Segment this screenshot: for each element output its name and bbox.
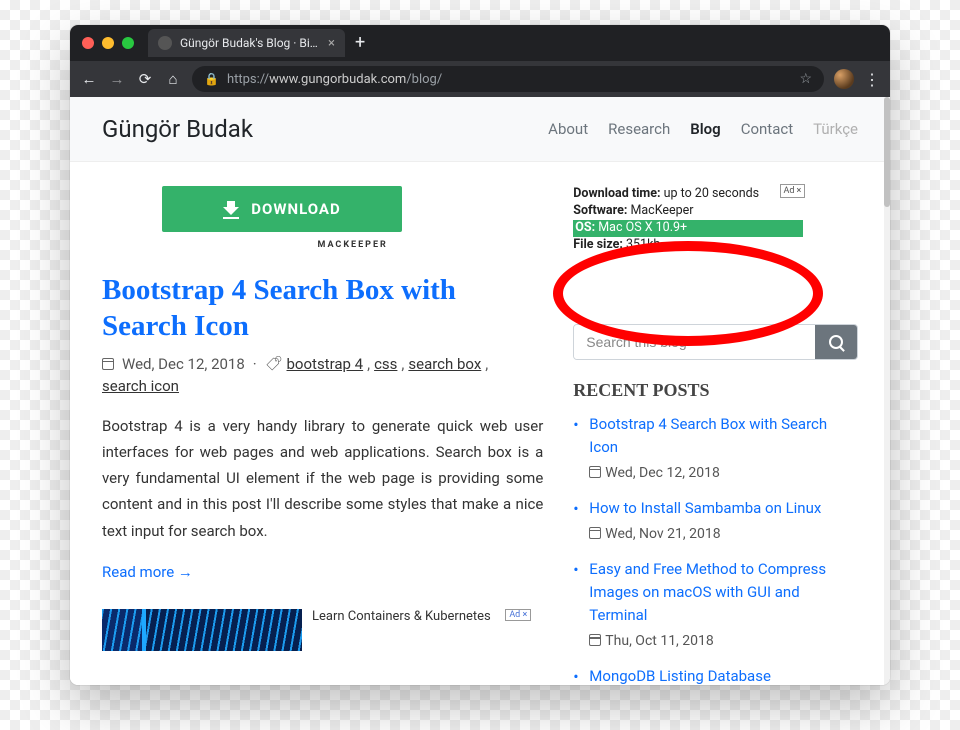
titlebar: Güngör Budak's Blog · Bioinfor × + xyxy=(70,25,890,61)
sidebar: Ad× Download time: up to 20 seconds Soft… xyxy=(573,186,858,685)
ad-info-box[interactable]: Ad× Download time: up to 20 seconds Soft… xyxy=(573,186,803,254)
recent-posts-heading: RECENT POSTS xyxy=(573,380,858,401)
search-icon xyxy=(829,335,843,349)
ad-brand-label: MACKEEPER xyxy=(162,240,543,250)
post-title: Bootstrap 4 Search Box with Search Icon xyxy=(102,272,543,345)
post-tag[interactable]: css xyxy=(374,355,397,373)
calendar-icon xyxy=(102,358,114,370)
lock-icon: 🔒 xyxy=(204,72,219,86)
ad2-image xyxy=(102,609,302,651)
ad-banner-2[interactable]: Learn Containers & Kubernetes Ad × xyxy=(102,609,543,664)
ad-download-label: DOWNLOAD xyxy=(251,200,340,218)
profile-avatar[interactable] xyxy=(834,69,854,89)
post-title-link[interactable]: Bootstrap 4 Search Box with Search Icon xyxy=(102,274,456,342)
ad2-tag[interactable]: Ad × xyxy=(505,609,531,621)
favicon-icon xyxy=(158,36,172,50)
url-bar[interactable]: 🔒 https://www.gungorbudak.com/blog/ ☆ xyxy=(192,66,824,92)
calendar-icon xyxy=(589,527,601,539)
browser-window: Güngör Budak's Blog · Bioinfor × + ← → ⟳… xyxy=(70,25,890,685)
ad-download-button[interactable]: DOWNLOAD xyxy=(162,186,402,232)
post-date: Wed, Dec 12, 2018 xyxy=(122,355,245,373)
reload-button[interactable]: ⟳ xyxy=(136,70,154,88)
recent-post-link[interactable]: Easy and Free Method to Compress Images … xyxy=(589,560,826,625)
browser-tab[interactable]: Güngör Budak's Blog · Bioinfor × xyxy=(148,29,345,57)
download-icon xyxy=(223,201,239,217)
recent-post-link[interactable]: MongoDB Listing Database xyxy=(589,667,771,685)
nav-about[interactable]: About xyxy=(548,120,588,138)
post-tag[interactable]: search icon xyxy=(102,377,179,395)
site-header: Güngör Budak About Research Blog Contact… xyxy=(70,97,890,162)
calendar-icon xyxy=(589,466,601,478)
tab-title: Güngör Budak's Blog · Bioinfor xyxy=(180,36,320,50)
list-item: Easy and Free Method to Compress Images … xyxy=(573,558,858,653)
ad-tag[interactable]: Ad× xyxy=(780,184,806,198)
search-box xyxy=(573,324,858,360)
home-button[interactable]: ⌂ xyxy=(164,70,182,88)
search-input[interactable] xyxy=(574,325,815,359)
scrollbar-track[interactable] xyxy=(884,97,890,685)
nav-research[interactable]: Research xyxy=(608,120,670,138)
search-button[interactable] xyxy=(815,325,857,359)
site-nav: About Research Blog Contact Türkçe xyxy=(548,120,858,138)
post-meta: Wed, Dec 12, 2018 · 🏷 bootstrap 4, css, … xyxy=(102,355,543,395)
close-window-icon[interactable] xyxy=(82,37,94,49)
recent-posts-list: Bootstrap 4 Search Box with Search Icon … xyxy=(573,413,858,686)
close-tab-icon[interactable]: × xyxy=(328,36,335,51)
recent-post-link[interactable]: How to Install Sambamba on Linux xyxy=(589,499,821,517)
window-controls xyxy=(82,37,134,49)
url-text: https://www.gungorbudak.com/blog/ xyxy=(227,72,442,87)
ad2-text: Learn Containers & Kubernetes xyxy=(312,609,491,624)
site-brand[interactable]: Güngör Budak xyxy=(102,115,253,143)
minimize-window-icon[interactable] xyxy=(102,37,114,49)
post-excerpt: Bootstrap 4 is a very handy library to g… xyxy=(102,413,543,544)
bookmark-icon[interactable]: ☆ xyxy=(799,71,812,87)
address-bar: ← → ⟳ ⌂ 🔒 https://www.gungorbudak.com/bl… xyxy=(70,61,890,97)
nav-contact[interactable]: Contact xyxy=(741,120,793,138)
calendar-icon xyxy=(589,634,601,646)
list-item: MongoDB Listing Database xyxy=(573,665,858,685)
menu-button[interactable]: ⋮ xyxy=(864,70,880,89)
nav-turkce[interactable]: Türkçe xyxy=(813,120,858,138)
recent-post-link[interactable]: Bootstrap 4 Search Box with Search Icon xyxy=(589,415,827,456)
page-content: Güngör Budak About Research Blog Contact… xyxy=(70,97,890,685)
maximize-window-icon[interactable] xyxy=(122,37,134,49)
post-tag[interactable]: search box xyxy=(408,355,481,373)
scrollbar-thumb[interactable] xyxy=(884,97,890,207)
read-more-link[interactable]: Read more → xyxy=(102,563,193,581)
new-tab-button[interactable]: + xyxy=(355,34,365,52)
main-column: DOWNLOAD MACKEEPER Bootstrap 4 Search Bo… xyxy=(102,186,543,685)
back-button[interactable]: ← xyxy=(80,70,98,88)
forward-button[interactable]: → xyxy=(108,70,126,88)
list-item: Bootstrap 4 Search Box with Search Icon … xyxy=(573,413,858,485)
nav-blog[interactable]: Blog xyxy=(690,120,720,138)
list-item: How to Install Sambamba on Linux Wed, No… xyxy=(573,497,858,546)
post-tag[interactable]: bootstrap 4 xyxy=(287,355,364,373)
tag-icon: 🏷 xyxy=(265,356,283,372)
